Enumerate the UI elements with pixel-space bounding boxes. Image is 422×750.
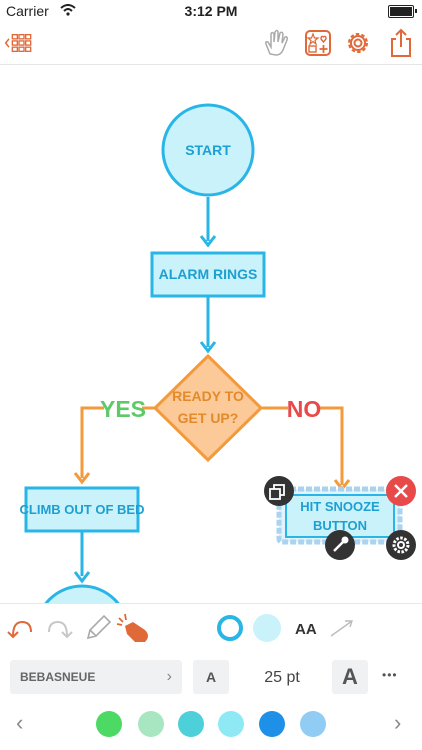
- duplicate-icon[interactable]: [264, 476, 294, 506]
- color-swatch[interactable]: [178, 711, 204, 737]
- flowchart-canvas[interactable]: YES NO START ALARM RINGS READY TO GET UP…: [0, 65, 422, 603]
- alarm-node-label: ALARM RINGS: [159, 266, 258, 282]
- palette-prev-button[interactable]: ‹: [16, 710, 23, 736]
- pencil-icon[interactable]: [82, 612, 112, 644]
- chevron-right-icon: ›: [166, 668, 172, 685]
- font-row: BEBASNEUE › A 25 pt A •••: [0, 655, 422, 699]
- color-swatch[interactable]: [138, 711, 164, 737]
- font-family-value: BEBASNEUE: [20, 670, 96, 684]
- arrow-style-icon[interactable]: [328, 616, 356, 640]
- snooze-node-line1: HIT SNOOZE: [300, 499, 380, 514]
- color-swatch[interactable]: [218, 711, 244, 737]
- text-style-button[interactable]: AA: [295, 621, 317, 638]
- status-bar: Carrier 3:12 PM: [0, 0, 422, 22]
- climb-node-label: CLIMB OUT OF BED: [20, 502, 145, 517]
- magic-hand-icon[interactable]: [115, 612, 153, 646]
- yes-label: YES: [100, 396, 146, 422]
- palette-next-button[interactable]: ›: [394, 710, 401, 736]
- tools-row: AA: [0, 603, 422, 654]
- start-node-label: START: [185, 142, 231, 158]
- no-label: NO: [287, 396, 322, 422]
- font-size-value: 25 pt: [264, 669, 300, 686]
- delete-icon[interactable]: [386, 476, 416, 506]
- increase-font-button[interactable]: A: [332, 660, 368, 694]
- eyedropper-icon[interactable]: [325, 530, 355, 560]
- color-swatch[interactable]: [96, 711, 122, 737]
- share-icon[interactable]: [386, 28, 416, 58]
- next-node[interactable]: [36, 584, 128, 603]
- battery-nub: [415, 9, 417, 13]
- decision-node[interactable]: [152, 353, 264, 463]
- shapes-icon[interactable]: [303, 28, 333, 58]
- hand-icon[interactable]: [262, 28, 292, 58]
- color-palette-row: ‹ ›: [0, 700, 422, 750]
- fill-color-icon[interactable]: [252, 613, 282, 643]
- undo-icon[interactable]: [6, 614, 36, 644]
- decision-node-line1: READY TO: [172, 388, 244, 404]
- stroke-color-icon[interactable]: [215, 613, 245, 643]
- color-swatch[interactable]: [300, 711, 326, 737]
- settings-handle-icon[interactable]: [386, 530, 416, 560]
- back-grid-icon[interactable]: [4, 28, 34, 58]
- clock: 3:12 PM: [184, 3, 238, 19]
- font-family-select[interactable]: BEBASNEUE ›: [10, 660, 182, 694]
- redo-icon[interactable]: [44, 614, 74, 644]
- gear-icon[interactable]: [343, 28, 373, 58]
- top-toolbar: [0, 22, 422, 65]
- battery-icon: [388, 5, 414, 18]
- color-swatch[interactable]: [259, 711, 285, 737]
- more-options-button[interactable]: •••: [382, 668, 398, 682]
- decision-node-line2: GET UP?: [178, 410, 239, 426]
- decrease-font-button[interactable]: A: [193, 660, 229, 694]
